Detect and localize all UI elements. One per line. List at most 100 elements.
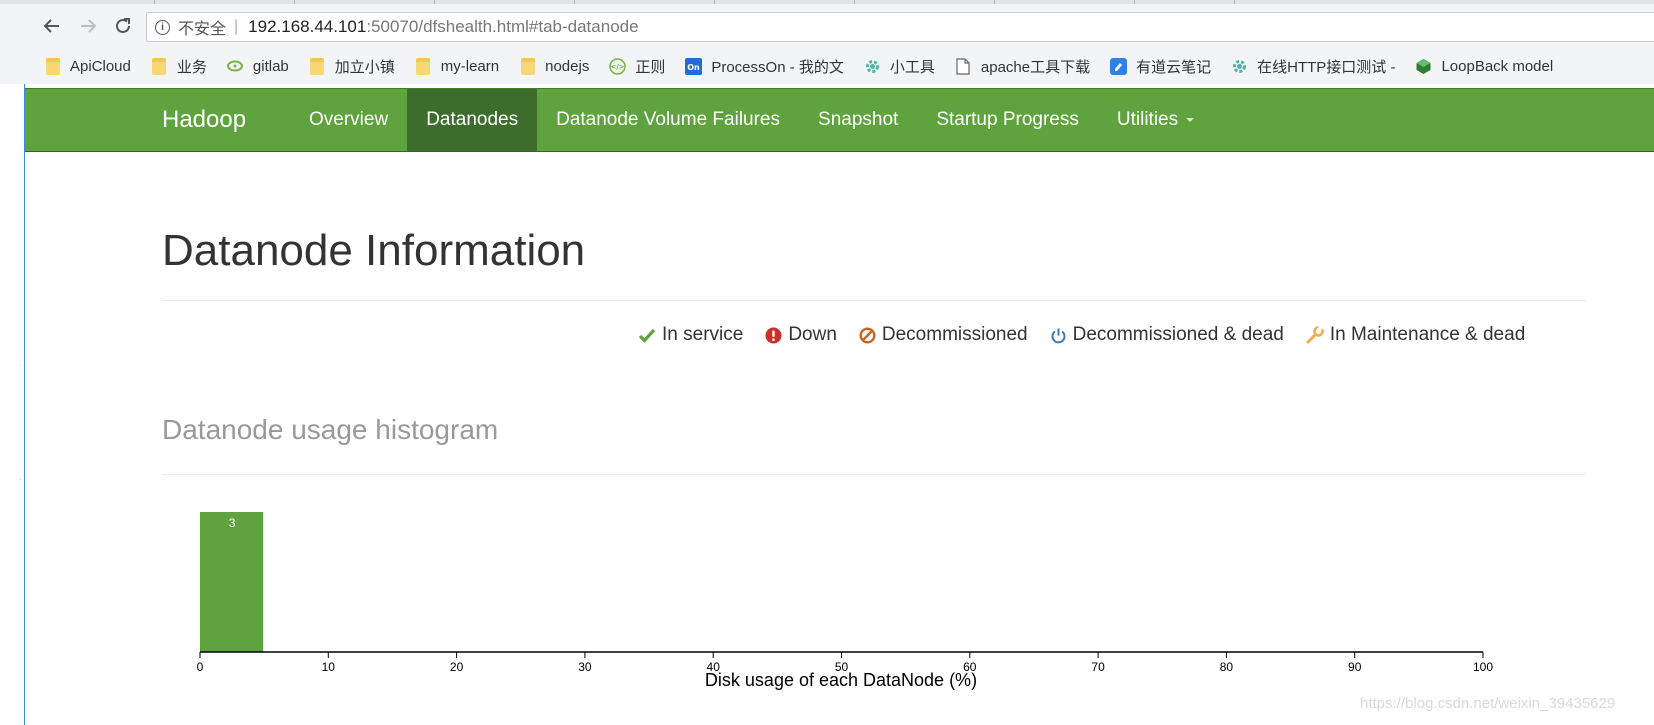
back-button[interactable]: [40, 14, 64, 38]
watermark: https://blog.csdn.net/weixin_39435629: [1360, 695, 1616, 712]
bookmark-gitlab[interactable]: gitlab: [227, 58, 289, 75]
histogram-bar-label: 3: [229, 516, 236, 530]
gear-icon: [864, 58, 881, 75]
bookmark-regex[interactable]: </> 正则: [609, 56, 665, 77]
x-tick-label: 0: [197, 660, 204, 674]
bookmark-yewu[interactable]: 业务: [151, 56, 207, 77]
note-icon: [1110, 57, 1128, 75]
legend-down: Down: [765, 324, 837, 346]
edge-mark: ·: [19, 360, 22, 370]
bookmark-apache[interactable]: apache工具下载: [955, 56, 1090, 77]
folder-icon: [519, 57, 536, 75]
bookmark-loopback[interactable]: LoopBack model: [1415, 58, 1553, 75]
legend-decommissioned: Decommissioned: [859, 324, 1028, 346]
histogram-divider: [162, 474, 1586, 475]
check-icon: [638, 328, 656, 343]
cube-icon: [1415, 58, 1432, 75]
nav-overview[interactable]: Overview: [290, 89, 407, 151]
power-icon: [1051, 328, 1066, 343]
bookmark-tools[interactable]: 小工具: [864, 56, 935, 77]
nav-utilities-label: Utilities: [1116, 109, 1179, 130]
bookmark-label: LoopBack model: [1441, 57, 1554, 75]
window-left-edge: · ·: [0, 84, 25, 725]
x-tick-label: 80: [1220, 660, 1234, 674]
folder-icon: [309, 57, 326, 75]
gear-icon: [1231, 58, 1248, 75]
legend-in-service: In service: [638, 324, 743, 346]
reload-icon: [116, 18, 130, 33]
histogram-title: Datanode usage histogram: [162, 414, 499, 445]
folder-icon: [415, 57, 432, 75]
x-tick-label: 100: [1473, 660, 1493, 674]
nav-utilities-dropdown[interactable]: Utilities: [1098, 89, 1213, 151]
exclamation-circle-icon: [765, 327, 782, 343]
legend-label: In service: [662, 324, 744, 345]
bookmark-label: ProcessOn - 我的文: [711, 58, 844, 76]
caret-down-icon: [1186, 117, 1195, 122]
legend-label: In Maintenance & dead: [1329, 324, 1526, 345]
nav-volume-failures[interactable]: Datanode Volume Failures: [537, 89, 799, 151]
svg-text:On: On: [688, 63, 701, 72]
bookmark-jiali[interactable]: 加立小镇: [309, 56, 395, 77]
bookmark-label: 在线HTTP接口测试 -: [1257, 58, 1396, 76]
bookmark-label: 小工具: [889, 58, 935, 76]
url-host: 192.168.44.101: [248, 17, 367, 36]
wrench-icon: [1306, 326, 1324, 344]
bookmark-nodejs[interactable]: nodejs: [519, 57, 590, 75]
forward-arrow-icon: [81, 19, 97, 33]
hadoop-navbar: Hadoop Overview Datanodes Datanode Volum…: [25, 88, 1654, 152]
reload-button[interactable]: [111, 14, 135, 38]
bookmark-label: 有道云笔记: [1136, 58, 1212, 76]
bookmark-http-test[interactable]: 在线HTTP接口测试 -: [1231, 56, 1395, 77]
address-separator: |: [234, 18, 239, 35]
edge-mark: ·: [19, 474, 22, 484]
bookmark-label: 正则: [635, 58, 666, 76]
bookmark-label: ApiCloud: [70, 57, 131, 75]
processon-icon: On: [685, 57, 703, 75]
legend-label: Decommissioned: [881, 324, 1028, 345]
histogram-bar: [200, 512, 264, 652]
bookmark-processon[interactable]: On ProcessOn - 我的文: [685, 56, 844, 77]
folder-icon: [44, 57, 61, 75]
page-icon: [955, 57, 972, 75]
bookmark-label: nodejs: [545, 57, 590, 75]
bookmark-apicloud[interactable]: ApiCloud: [44, 57, 131, 75]
site-info-icon[interactable]: i: [155, 19, 170, 35]
ban-icon: [859, 326, 876, 344]
regex-icon: </>: [609, 57, 627, 75]
nav-datanodes[interactable]: Datanodes: [407, 89, 538, 151]
x-tick-label: 90: [1348, 660, 1362, 674]
nav-startup-progress[interactable]: Startup Progress: [917, 89, 1098, 151]
legend-label: Decommissioned & dead: [1072, 324, 1284, 345]
status-legend: In service Down Decommissioned Decommiss…: [638, 324, 1547, 346]
browser-toolbar: i 不安全 | 192.168.44.101 :50070/dfshealth.…: [0, 4, 1654, 48]
bookmark-label: 加立小镇: [334, 58, 395, 76]
x-tick-label: 30: [578, 660, 592, 674]
address-bar[interactable]: i 不安全 | 192.168.44.101 :50070/dfshealth.…: [146, 12, 1654, 42]
forward-button[interactable]: [76, 14, 100, 38]
svg-text:</>: </>: [611, 63, 625, 71]
legend-label: Down: [788, 324, 837, 345]
bookmarks-bar: ApiCloud 业务 gitlab 加立小镇 my-learn nodejs …: [0, 48, 1654, 84]
folder-icon: [151, 57, 168, 75]
navbar-menu: Overview Datanodes Datanode Volume Failu…: [290, 89, 1213, 151]
back-arrow-icon: [43, 19, 59, 33]
legend-maintenance-dead: In Maintenance & dead: [1306, 324, 1525, 346]
bookmark-label: my-learn: [440, 57, 500, 75]
gitlab-icon: [227, 58, 244, 75]
x-tick-label: 70: [1091, 660, 1105, 674]
url-path: :50070/dfshealth.html#tab-datanode: [366, 17, 639, 36]
usage-histogram: 3 0 10 20 30 40 50 60 70 80 90 100 Disk usage of e…: [197, 512, 1493, 690]
navbar-brand[interactable]: Hadoop: [162, 89, 246, 151]
page-title: Datanode Information: [162, 226, 586, 275]
bookmark-label: 业务: [176, 58, 207, 76]
bookmark-youdao[interactable]: 有道云笔记: [1110, 56, 1211, 77]
insecure-label: 不安全: [178, 21, 227, 38]
x-axis-label: Disk usage of each DataNode (%): [705, 670, 977, 690]
legend-decommissioned-dead: Decommissioned & dead: [1050, 324, 1284, 346]
title-divider: [162, 300, 1586, 301]
x-tick-label: 10: [322, 660, 336, 674]
bookmark-my-learn[interactable]: my-learn: [415, 57, 500, 75]
nav-snapshot[interactable]: Snapshot: [799, 89, 917, 151]
bookmark-label: gitlab: [252, 57, 289, 75]
